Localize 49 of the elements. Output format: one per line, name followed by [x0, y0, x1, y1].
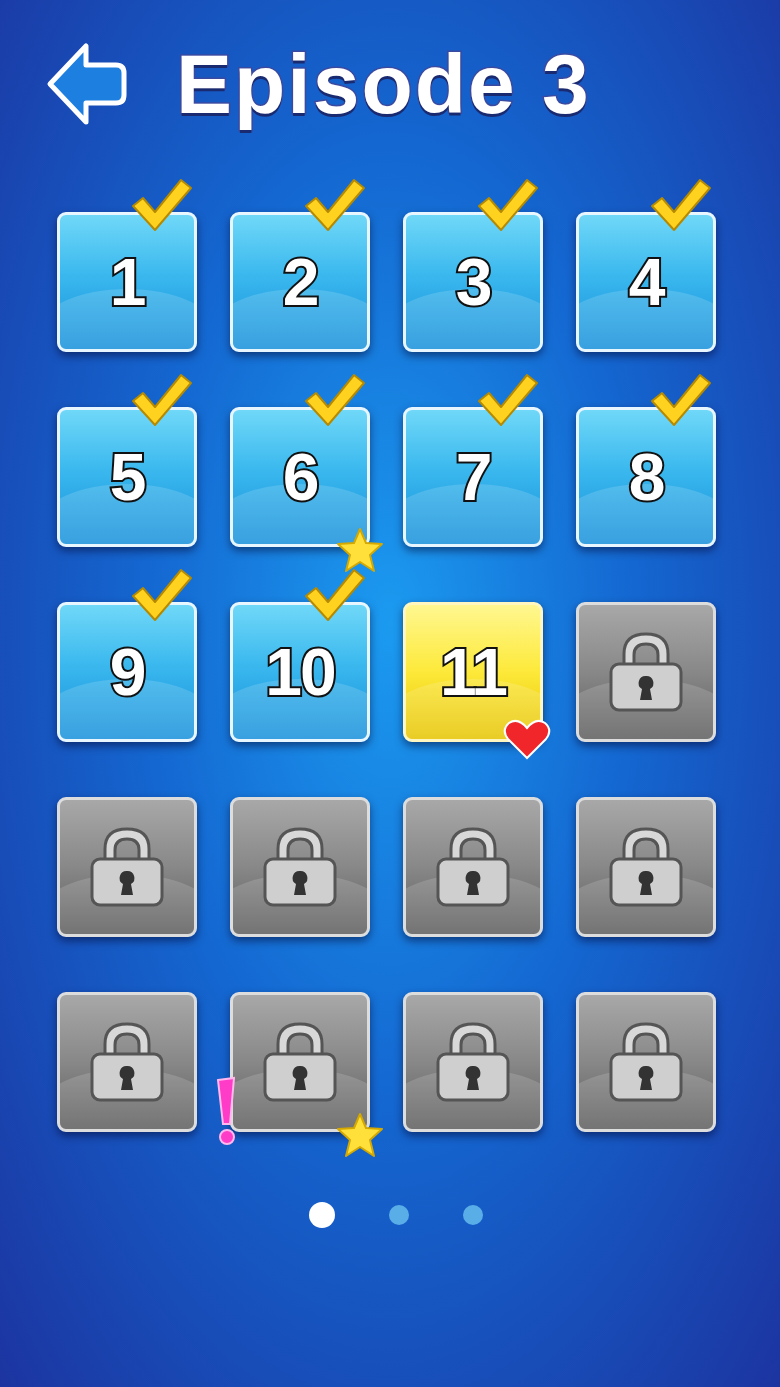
- level-tile[interactable]: [57, 992, 197, 1132]
- checkmark-icon: [648, 371, 712, 429]
- level-tile[interactable]: 5: [57, 407, 197, 547]
- level-tile[interactable]: [576, 797, 716, 937]
- checkmark-icon: [129, 176, 193, 234]
- level-tile[interactable]: 6: [230, 407, 370, 547]
- level-tile[interactable]: [576, 602, 716, 742]
- checkmark-icon: [129, 371, 193, 429]
- checkmark-icon: [302, 176, 366, 234]
- checkmark-icon: [475, 371, 539, 429]
- level-tile[interactable]: 8: [576, 407, 716, 547]
- page-dot[interactable]: [389, 1205, 409, 1225]
- level-tile[interactable]: [230, 992, 370, 1132]
- padlock-icon: [434, 1020, 512, 1104]
- heart-icon: [503, 718, 551, 760]
- star-icon: [336, 1112, 384, 1158]
- level-tile[interactable]: 3: [403, 212, 543, 352]
- padlock-icon: [607, 1020, 685, 1104]
- level-tile[interactable]: 2: [230, 212, 370, 352]
- level-tile[interactable]: 10: [230, 602, 370, 742]
- level-tile[interactable]: [403, 992, 543, 1132]
- level-tile[interactable]: 11: [403, 602, 543, 742]
- exclamation-icon: [215, 1076, 237, 1148]
- level-tile[interactable]: 1: [57, 212, 197, 352]
- padlock-icon: [261, 825, 339, 909]
- checkmark-icon: [475, 176, 539, 234]
- star-icon: [336, 527, 384, 573]
- page-dot[interactable]: [463, 1205, 483, 1225]
- checkmark-icon: [648, 176, 712, 234]
- level-tile[interactable]: 7: [403, 407, 543, 547]
- level-tile[interactable]: 4: [576, 212, 716, 352]
- episode-title: Episode 3: [176, 35, 591, 133]
- level-tile[interactable]: [576, 992, 716, 1132]
- padlock-icon: [434, 825, 512, 909]
- level-tile[interactable]: 9: [57, 602, 197, 742]
- checkmark-icon: [302, 566, 366, 624]
- padlock-icon: [607, 825, 685, 909]
- back-button[interactable]: [46, 41, 128, 127]
- page-dot[interactable]: [309, 1202, 335, 1228]
- padlock-icon: [88, 1020, 166, 1104]
- level-tile[interactable]: [403, 797, 543, 937]
- level-tile[interactable]: [230, 797, 370, 937]
- level-tile[interactable]: [57, 797, 197, 937]
- padlock-icon: [88, 825, 166, 909]
- back-arrow-icon: [46, 41, 128, 127]
- padlock-icon: [607, 630, 685, 714]
- checkmark-icon: [129, 566, 193, 624]
- padlock-icon: [261, 1020, 339, 1104]
- checkmark-icon: [302, 371, 366, 429]
